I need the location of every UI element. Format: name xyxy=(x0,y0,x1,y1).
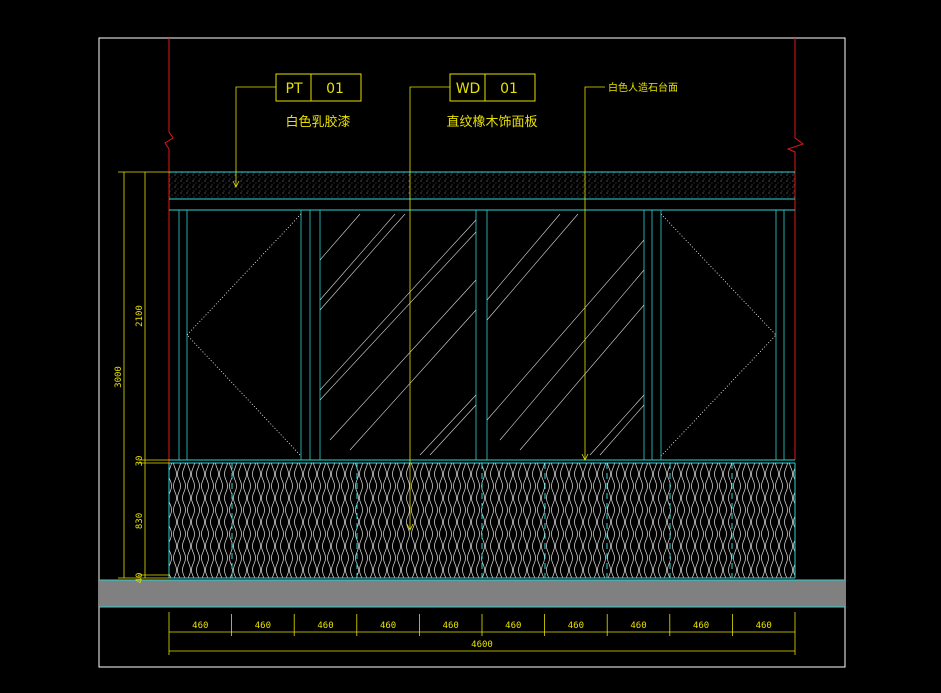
ceiling-band xyxy=(169,172,795,199)
dim-segment-label: 460 xyxy=(192,621,208,631)
tag-pt01-code: PT xyxy=(286,81,303,97)
tag-pt01-num: 01 xyxy=(326,81,344,97)
cad-elevation-drawing: 3000 2100 30 830 40 460 460 460 460 460 460 46… xyxy=(98,37,846,668)
dim-upper-height: 2100 xyxy=(135,305,145,327)
callout-stone-countertop: 白色人造石台面 xyxy=(581,81,678,461)
dim-segment-label: 460 xyxy=(505,621,521,631)
upper-cabinet xyxy=(169,209,795,464)
dim-segment-label: 460 xyxy=(693,621,709,631)
floor-slab xyxy=(99,580,845,607)
dim-base-height: 40 xyxy=(135,573,145,584)
tag-pt01-label: 白色乳胶漆 xyxy=(285,114,350,130)
dim-segment-label: 460 xyxy=(317,621,333,631)
dim-segment-label: 460 xyxy=(756,621,772,631)
dim-total-width: 4600 xyxy=(471,640,493,650)
dim-segment-label: 460 xyxy=(255,621,271,631)
tag-pt01: PT 01 白色乳胶漆 xyxy=(232,73,362,188)
dim-top-height: 30 xyxy=(135,456,145,467)
tag-wd01: WD 01 直纹橡木饰面板 xyxy=(406,73,538,531)
dim-total-height: 3000 xyxy=(114,366,124,388)
dim-lower-height: 830 xyxy=(135,513,145,529)
right-wall xyxy=(786,38,805,460)
dim-segment-label: 460 xyxy=(630,621,646,631)
dim-segment-label: 460 xyxy=(380,621,396,631)
glass-panel-hatch xyxy=(319,213,645,456)
dim-segment-label: 460 xyxy=(568,621,584,631)
door-right-diamond xyxy=(660,213,777,457)
tag-wd01-num: 01 xyxy=(500,81,518,97)
lower-wood-panels xyxy=(169,463,795,578)
horizontal-dimension-segments: 460 460 460 460 460 460 460 460 460 460 xyxy=(192,614,772,636)
door-left-diamond xyxy=(186,213,302,457)
dim-segment-label: 460 xyxy=(443,621,459,631)
callout-stone-label: 白色人造石台面 xyxy=(608,81,678,94)
tag-wd01-code: WD xyxy=(456,81,481,97)
tag-wd01-label: 直纹橡木饰面板 xyxy=(446,115,537,130)
